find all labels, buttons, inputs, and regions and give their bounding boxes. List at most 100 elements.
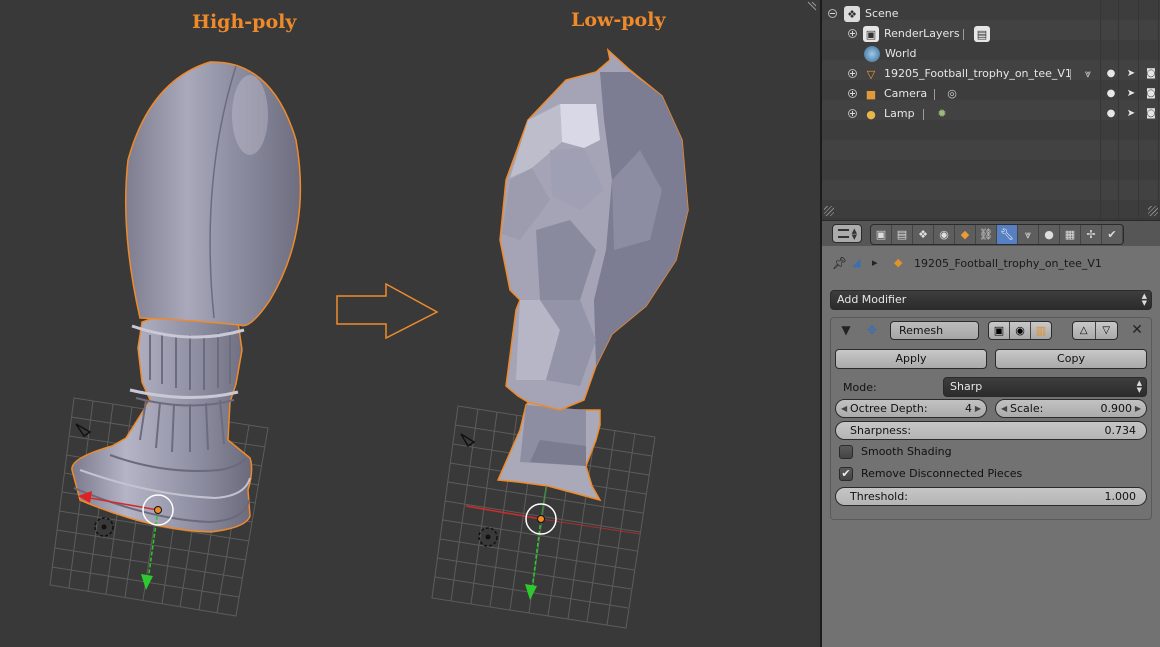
visibility-eye-icon[interactable]: ● <box>1104 107 1118 121</box>
scene-tab-icon[interactable]: ❖ <box>913 225 934 244</box>
apply-label: Apply <box>895 352 927 365</box>
world-icon <box>864 46 880 62</box>
outliner-row-scene[interactable]: ❖ Scene <box>822 4 1160 24</box>
outliner-row-lamp[interactable]: ● Lamp ✹ ● ➤ ◙ <box>822 104 1160 124</box>
render-toggle-camera-icon[interactable]: ▣ <box>989 322 1010 339</box>
copy-button[interactable]: Copy <box>995 349 1147 369</box>
modifiers-wrench-icon[interactable]: 🔧︎ <box>997 225 1018 244</box>
outliner-label-camera: Camera <box>884 87 928 100</box>
material-tab-icon[interactable]: ● <box>1039 225 1060 244</box>
outliner-row-renderlayers[interactable]: ▣ RenderLayers ▤ <box>822 24 1160 44</box>
smooth-shading-checkbox[interactable] <box>839 445 853 459</box>
modifier-header: ▼ ✥ Remesh ▣ ◉ ▥ △ ▽ ✕ <box>831 318 1151 342</box>
modifier-toggles: ▣ ◉ ▥ <box>988 321 1052 340</box>
threshold-value: 1.000 <box>1104 490 1137 503</box>
lamp-data-icon[interactable]: ✹ <box>934 106 950 122</box>
object-cube-icon: ◆ <box>894 256 903 269</box>
editor-type-button[interactable]: ▲ ▼ <box>832 224 862 243</box>
arrow-shape <box>336 282 439 340</box>
collapse-icon[interactable] <box>828 9 837 18</box>
constraints-tab-icon[interactable]: ⛓ <box>976 225 997 244</box>
threshold-slider[interactable]: Threshold: 1.000 <box>835 487 1147 506</box>
render-layers-icon: ▣ <box>863 26 879 42</box>
move-up-icon[interactable]: △ <box>1073 322 1096 339</box>
octree-depth-field[interactable]: ◀ Octree Depth: 4 ▶ <box>835 399 987 418</box>
viewport-corner-hatch[interactable] <box>806 0 818 12</box>
breadcrumb-object-name: 19205_Football_trophy_on_tee_V1 <box>914 257 1102 270</box>
object-tab-icon[interactable]: ◆ <box>955 225 976 244</box>
scale-value: 0.900 <box>1100 402 1133 415</box>
3d-viewport[interactable]: High-poly Low-poly <box>0 0 820 647</box>
selectability-cursor-icon[interactable]: ➤ <box>1124 67 1138 81</box>
visibility-eye-icon[interactable]: ● <box>1104 67 1118 81</box>
camera-data-icon[interactable]: ◎ <box>944 86 960 102</box>
outliner[interactable]: ❖ Scene ▣ RenderLayers ▤ World ▽ 19205_F… <box>822 0 1160 218</box>
physics-tab-icon[interactable]: ✔ <box>1102 225 1123 244</box>
render-camera-icon[interactable]: ◙ <box>1144 107 1158 121</box>
outliner-label-renderlayers: RenderLayers <box>884 27 960 40</box>
scale-label: Scale: <box>1010 402 1044 415</box>
close-icon[interactable]: ✕ <box>1128 321 1146 339</box>
move-buttons: △ ▽ <box>1072 321 1118 340</box>
sharpness-slider[interactable]: Sharpness: 0.734 <box>835 421 1147 440</box>
smooth-shading-label: Smooth Shading <box>861 445 952 458</box>
outliner-label-trophy: 19205_Football_trophy_on_tee_V1 <box>884 67 1072 80</box>
scale-field[interactable]: ◀ Scale: 0.900 ▶ <box>995 399 1147 418</box>
properties-editor[interactable]: ▲ ▼ ▣ ▤ ❖ ◉ ◆ ⛓ 🔧︎ ⩔ ● ▦ ✢ ✔ 📌︎ ◢ ▸ ◆ 192… <box>822 220 1160 647</box>
remove-disconnected-label: Remove Disconnected Pieces <box>861 467 1023 480</box>
outliner-row-trophy[interactable]: ▽ 19205_Football_trophy_on_tee_V1 ⩔ ● ➤ … <box>822 64 1160 84</box>
texture-tab-icon[interactable]: ▦ <box>1060 225 1081 244</box>
viewport-toggle-eye-icon[interactable]: ◉ <box>1010 322 1031 339</box>
editmode-toggle-icon[interactable]: ▥ <box>1031 322 1051 339</box>
decrement-arrow-icon[interactable]: ◀ <box>841 400 847 417</box>
outliner-label-lamp: Lamp <box>884 107 915 120</box>
collapse-triangle-icon[interactable]: ▼ <box>837 321 855 339</box>
increment-arrow-icon[interactable]: ▶ <box>975 400 981 417</box>
sharpness-value: 0.734 <box>1104 424 1137 437</box>
expand-icon[interactable] <box>848 69 857 78</box>
dropdown-arrows-icon: ▲ ▼ <box>1136 379 1142 394</box>
visibility-eye-icon[interactable]: ● <box>1104 87 1118 101</box>
move-down-icon[interactable]: ▽ <box>1096 322 1118 339</box>
render-tab-camera-icon[interactable]: ▣ <box>871 225 892 244</box>
expand-icon[interactable] <box>848 29 857 38</box>
expand-icon[interactable] <box>848 89 857 98</box>
add-modifier-label: Add Modifier <box>837 293 907 306</box>
modifier-name-field[interactable]: Remesh <box>890 321 979 340</box>
selectability-cursor-icon[interactable]: ➤ <box>1124 107 1138 121</box>
threshold-label: Threshold: <box>850 490 908 503</box>
area-corner-hatch[interactable] <box>824 206 834 216</box>
low-poly-trophy <box>496 47 689 502</box>
pin-icon[interactable]: 📌︎ <box>832 256 847 270</box>
render-layers-tab-icon[interactable]: ▤ <box>892 225 913 244</box>
octree-depth-label: Octree Depth: <box>850 402 928 415</box>
increment-arrow-icon[interactable]: ▶ <box>1135 400 1141 417</box>
area-corner-hatch-right[interactable] <box>1148 206 1158 216</box>
selectability-cursor-icon[interactable]: ➤ <box>1124 87 1138 101</box>
breadcrumb-arrow-icon: ▸ <box>872 256 878 269</box>
data-tab-icon[interactable]: ⩔ <box>1018 225 1039 244</box>
camera-icon: ■ <box>865 87 877 101</box>
mesh-object-icon: ▽ <box>866 67 876 81</box>
lamp-icon: ● <box>866 107 876 121</box>
copy-label: Copy <box>1057 352 1085 365</box>
remove-disconnected-checkbox[interactable]: ✔ <box>839 467 853 481</box>
render-layer-icon[interactable]: ▤ <box>974 26 990 42</box>
mesh-object-icon: ◢ <box>852 256 861 269</box>
decrement-arrow-icon[interactable]: ◀ <box>1001 400 1007 417</box>
mode-dropdown[interactable]: Sharp ▲ ▼ <box>943 377 1147 397</box>
mesh-data-icon[interactable]: ⩔ <box>1080 66 1096 82</box>
mode-value: Sharp <box>950 380 983 393</box>
outliner-row-world[interactable]: World <box>822 44 1160 64</box>
expand-icon[interactable] <box>848 109 857 118</box>
particles-tab-icon[interactable]: ✢ <box>1081 225 1102 244</box>
outliner-row-camera[interactable]: ■ Camera ◎ ● ➤ ◙ <box>822 84 1160 104</box>
add-modifier-dropdown[interactable]: Add Modifier ▲ ▼ <box>830 290 1152 310</box>
remesh-modifier-panel: ▼ ✥ Remesh ▣ ◉ ▥ △ ▽ ✕ Apply Copy Mode: … <box>830 317 1152 520</box>
render-camera-icon[interactable]: ◙ <box>1144 67 1158 81</box>
outliner-label-world: World <box>885 47 917 60</box>
world-tab-icon[interactable]: ◉ <box>934 225 955 244</box>
properties-header: ▲ ▼ ▣ ▤ ❖ ◉ ◆ ⛓ 🔧︎ ⩔ ● ▦ ✢ ✔ <box>822 220 1160 246</box>
render-camera-icon[interactable]: ◙ <box>1144 87 1158 101</box>
apply-button[interactable]: Apply <box>835 349 987 369</box>
